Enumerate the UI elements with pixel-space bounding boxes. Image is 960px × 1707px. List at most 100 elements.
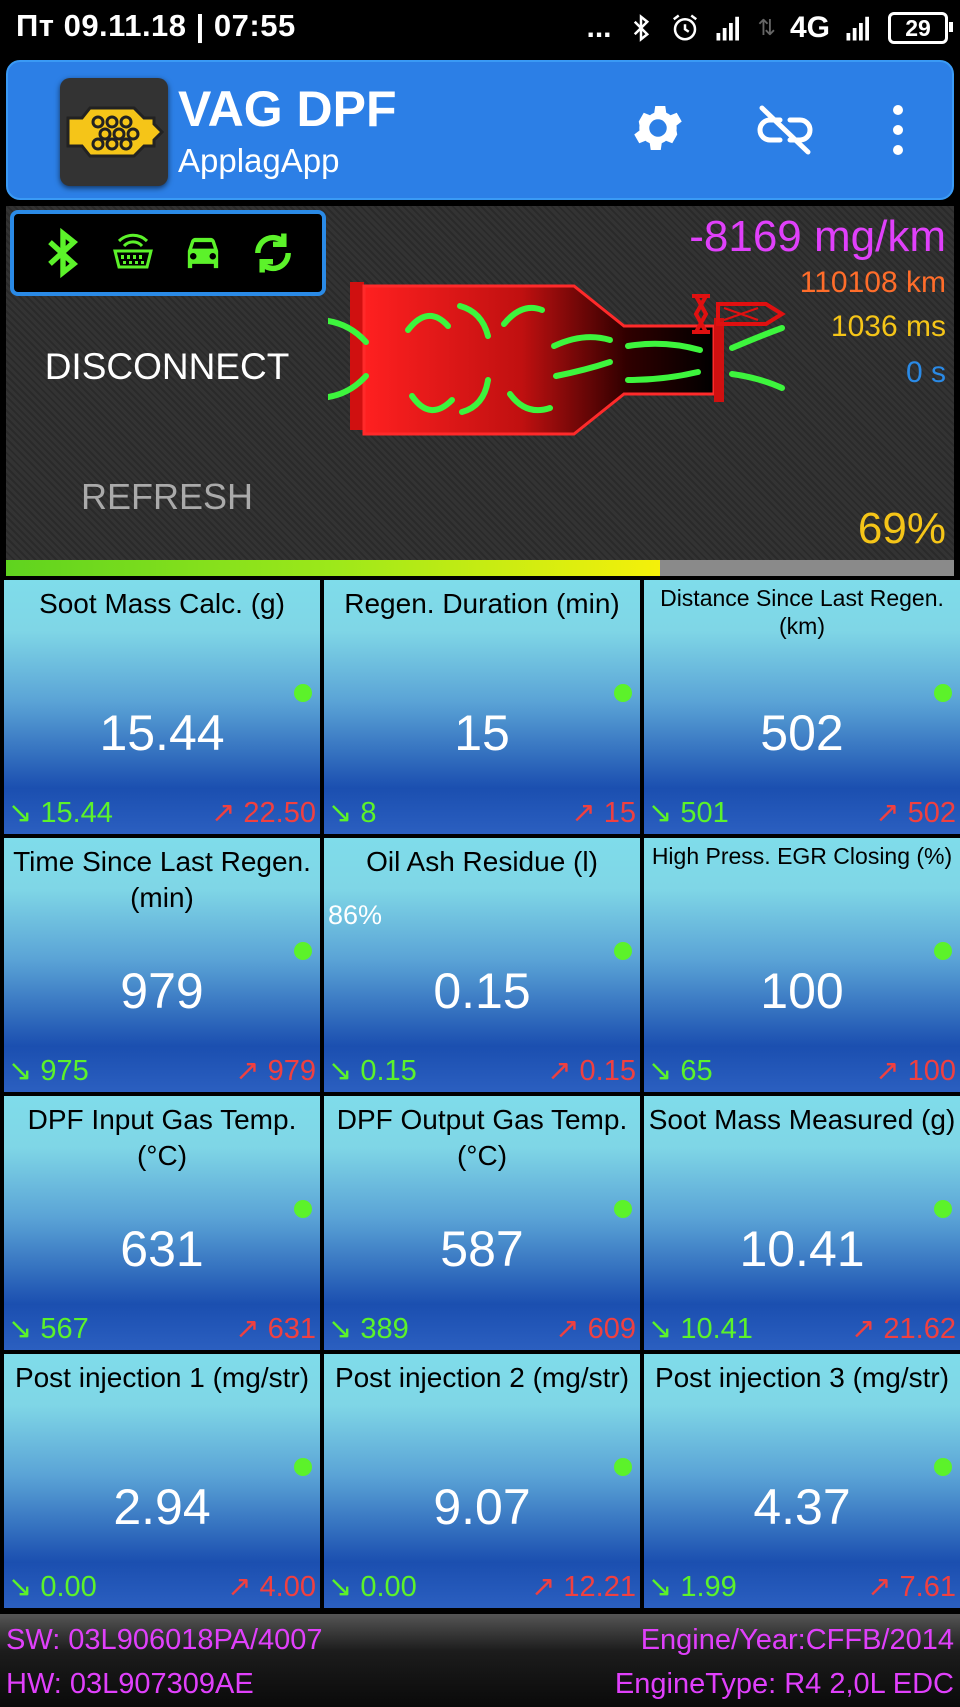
disconnect-button[interactable]: DISCONNECT: [6, 346, 328, 388]
tile-time-since-regen[interactable]: Time Since Last Regen. (min) 979 ↘ 975 ↗…: [4, 838, 320, 1092]
obd-adapter-icon: [113, 233, 153, 269]
elapsed-time-value: 0 s: [905, 356, 946, 389]
tile-post-injection-1[interactable]: Post injection 1 (mg/str) 2.94 ↘ 0.00 ↗ …: [4, 1354, 320, 1608]
status-dot-icon: [934, 1458, 952, 1476]
tile-post-injection-3[interactable]: Post injection 3 (mg/str) 4.37 ↘ 1.99 ↗ …: [644, 1354, 960, 1608]
odometer-value: 110108 km: [799, 266, 946, 299]
tile-oil-ash-residue[interactable]: Oil Ash Residue (l) 86% 0.15 ↘ 0.15 ↗ 0.…: [324, 838, 640, 1092]
tile-value: 4.37: [753, 1479, 851, 1535]
tile-post-injection-2[interactable]: Post injection 2 (mg/str) 9.07 ↘ 0.00 ↗ …: [324, 1354, 640, 1608]
soot-rate-value: -8169 mg/km: [689, 212, 946, 261]
overflow-menu-icon[interactable]: [886, 100, 910, 160]
tile-dpf-input-temp[interactable]: DPF Input Gas Temp. (°C) 631 ↘ 567 ↗ 631: [4, 1096, 320, 1350]
tile-value: 587: [440, 1221, 524, 1277]
status-dot-icon: [934, 942, 952, 960]
tile-title: Distance Since Last Regen. (km): [660, 585, 944, 639]
status-bar: Пт 09.11.18 | 07:55 ... ⇅ 4G 29: [0, 0, 960, 56]
alarm-icon: [672, 14, 697, 41]
tile-max: ↗ 7.61: [867, 1571, 956, 1603]
signal-icon: [716, 16, 739, 41]
tile-value: 10.41: [739, 1221, 865, 1277]
dpf-load-percent: 69%: [857, 504, 946, 553]
bluetooth-status-icon: [48, 227, 79, 279]
status-dot-icon: [294, 684, 312, 702]
tile-soot-mass-calc[interactable]: Soot Mass Calc. (g) 15.44 ↘ 15.44 ↗ 22.5…: [4, 580, 320, 834]
more-notifications-icon: ...: [586, 11, 612, 44]
tile-value: 100: [760, 963, 844, 1019]
status-datetime: Пт 09.11.18 | 07:55: [16, 8, 296, 43]
tile-max: ↗ 502: [875, 797, 956, 829]
soot-filter-status-icon: [692, 294, 786, 334]
tile-min: ↘ 975: [8, 1055, 89, 1087]
status-dot-icon: [614, 1458, 632, 1476]
status-dot-icon: [934, 684, 952, 702]
settings-gear-icon[interactable]: [628, 98, 688, 158]
engine-year: Engine/Year:CFFB/2014: [640, 1624, 954, 1656]
progress-fill: [6, 560, 661, 576]
hardware-version: HW: 03L907309AE: [6, 1668, 254, 1700]
dpf-load-progress-bar: [6, 560, 954, 576]
disconnected-link-icon[interactable]: [750, 102, 820, 158]
app-logo-icon: [60, 78, 168, 186]
tile-value: 2.94: [113, 1479, 211, 1535]
tile-title: Soot Mass Measured (g): [648, 1104, 956, 1135]
tile-min: ↘ 501: [648, 797, 729, 829]
tile-title: Time Since Last Regen. (min): [13, 846, 311, 913]
connection-status-box: [10, 210, 326, 296]
tile-max: ↗ 4.00: [227, 1571, 316, 1603]
app-title: VAG DPF: [178, 81, 397, 137]
tile-soot-mass-measured[interactable]: Soot Mass Measured (g) 10.41 ↘ 10.41 ↗ 2…: [644, 1096, 960, 1350]
tile-min: ↘ 0.00: [328, 1571, 417, 1603]
tile-egr-closing[interactable]: High Press. EGR Closing (%) 100 ↘ 65 ↗ 1…: [644, 838, 960, 1092]
app-bar: VAG DPF ApplagApp: [6, 60, 954, 200]
tile-max: ↗ 609: [555, 1313, 636, 1345]
tile-value: 0.15: [433, 963, 531, 1019]
tile-distance-since-regen[interactable]: Distance Since Last Regen. (km) 502 ↘ 50…: [644, 580, 960, 834]
tile-min: ↘ 567: [8, 1313, 89, 1345]
tile-title: Regen. Duration (min): [344, 588, 620, 619]
tile-title: Soot Mass Calc. (g): [39, 588, 285, 619]
tile-title: Oil Ash Residue (l): [366, 846, 598, 877]
tile-value: 15: [454, 705, 510, 761]
tile-min: ↘ 15.44: [8, 797, 113, 829]
refresh-button[interactable]: REFRESH: [6, 476, 328, 518]
tile-title: Post injection 1 (mg/str): [14, 1362, 310, 1393]
tile-min: ↘ 10.41: [648, 1313, 753, 1345]
tile-value: 502: [760, 705, 844, 761]
tile-dpf-output-temp[interactable]: DPF Output Gas Temp. (°C) 587 ↘ 389 ↗ 60…: [324, 1096, 640, 1350]
tile-min: ↘ 1.99: [648, 1571, 737, 1603]
tile-title: Post injection 2 (mg/str): [334, 1362, 630, 1393]
tile-max: ↗ 22.50: [211, 797, 316, 829]
tile-min: ↘ 0.15: [328, 1055, 417, 1087]
tile-max: ↗ 0.15: [547, 1055, 636, 1087]
software-version: SW: 03L906018PA/4007: [6, 1624, 323, 1656]
tile-extra-percent: 86%: [328, 900, 383, 930]
tile-title: High Press. EGR Closing (%): [651, 843, 953, 869]
status-dot-icon: [294, 942, 312, 960]
app-subtitle: ApplagApp: [178, 142, 340, 179]
tile-min: ↘ 8: [328, 797, 377, 829]
response-time-value: 1036 ms: [830, 310, 946, 343]
tile-value: 979: [120, 963, 204, 1019]
status-dot-icon: [614, 1200, 632, 1218]
tile-value: 9.07: [433, 1479, 531, 1535]
sync-icon: [255, 233, 291, 273]
bluetooth-icon: [633, 14, 649, 42]
tile-regen-duration[interactable]: Regen. Duration (min) 15 ↘ 8 ↗ 15: [324, 580, 640, 834]
parameter-grid: Soot Mass Calc. (g) 15.44 ↘ 15.44 ↗ 22.5…: [4, 580, 960, 1610]
car-icon: [187, 237, 219, 269]
status-dot-icon: [614, 684, 632, 702]
status-dot-icon: [614, 942, 632, 960]
tile-max: ↗ 21.62: [851, 1313, 956, 1345]
tile-title: DPF Output Gas Temp. (°C): [336, 1104, 628, 1171]
tile-min: ↘ 389: [328, 1313, 409, 1345]
status-dot-icon: [934, 1200, 952, 1218]
tile-max: ↗ 15: [571, 797, 636, 829]
status-dot-icon: [294, 1458, 312, 1476]
tile-title: Post injection 3 (mg/str): [654, 1362, 950, 1393]
tile-max: ↗ 631: [235, 1313, 316, 1345]
tile-min: ↘ 65: [648, 1055, 713, 1087]
tile-max: ↗ 979: [235, 1055, 316, 1087]
tile-value: 631: [120, 1221, 204, 1277]
engine-type: EngineType: R4 2,0L EDC: [614, 1668, 954, 1700]
